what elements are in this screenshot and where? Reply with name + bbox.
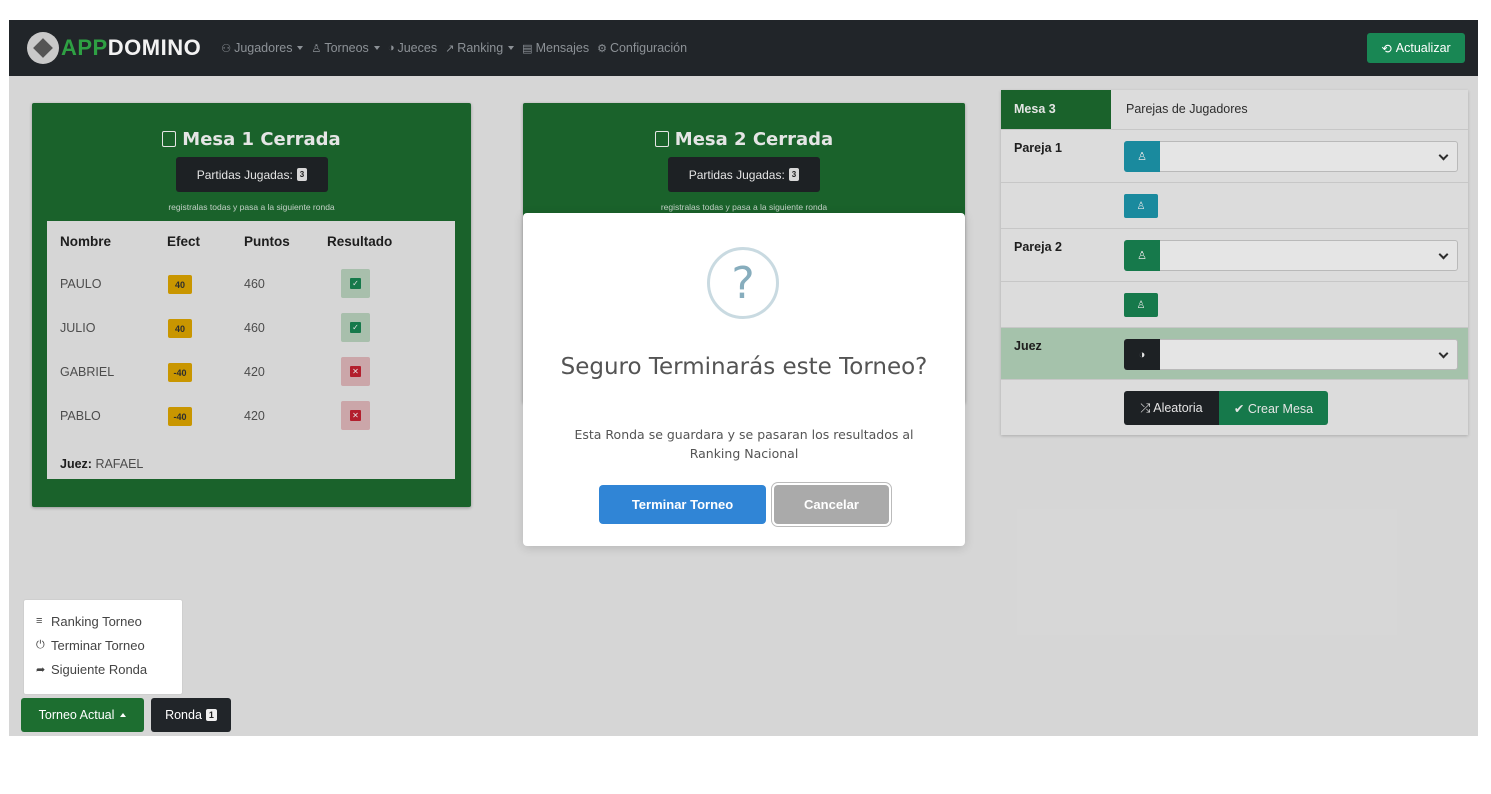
cancel-button[interactable]: Cancelar <box>774 485 889 524</box>
users-icon: ⚇ <box>221 42 232 55</box>
menu-item-ranking-torneo[interactable]: ≡ Ranking Torneo <box>24 609 182 633</box>
nav-label: Mensajes <box>535 41 590 55</box>
app-viewport: APP DOMINO ⚇ Jugadores ♙ Torneos ◑ Jueces… <box>9 20 1478 736</box>
menu-item-label: Siguiente Ronda <box>51 661 148 677</box>
shield-icon: ◑ <box>387 42 395 54</box>
nav-item-torneos[interactable]: ♙ Torneos <box>311 41 380 55</box>
trophy-icon: ♙ <box>311 42 322 55</box>
nav-label: Torneos <box>324 41 369 55</box>
chart-icon: ↗ <box>445 42 455 55</box>
menu-item-label: Ranking Torneo <box>51 613 142 629</box>
nav-item-ranking[interactable]: ↗ Ranking <box>445 41 515 55</box>
refresh-button[interactable]: ⟲ Actualizar <box>1367 33 1465 63</box>
caret-down-icon <box>373 46 380 50</box>
message-icon: ▤ <box>522 42 533 55</box>
question-icon: ? <box>707 247 779 319</box>
list-icon: ≡ <box>36 615 43 627</box>
share-icon: ➦ <box>36 663 46 676</box>
brand-part1: APP <box>61 35 108 60</box>
brand-part2: DOMINO <box>107 35 202 60</box>
power-icon: ⏻ <box>36 638 45 651</box>
nav-label: Ranking <box>457 41 504 55</box>
tournament-dropup-menu: ≡ Ranking Torneo ⏻ Terminar Torneo ➦ Sig… <box>23 599 183 695</box>
nav-label: Jueces <box>397 41 438 55</box>
caret-down-icon <box>297 46 304 50</box>
menu-item-siguiente-ronda[interactable]: ➦ Siguiente Ronda <box>24 657 182 681</box>
round-button[interactable]: Ronda 1 <box>151 698 231 732</box>
nav-label: Configuración <box>609 41 688 55</box>
dialog-text: Esta Ronda se guardara y se pasaran los … <box>574 427 914 461</box>
refresh-label: Actualizar <box>1395 41 1451 55</box>
confirm-dialog: ? Seguro Terminarás este Torneo? Esta Ro… <box>523 213 965 546</box>
nav-item-jueces[interactable]: ◑ Jueces <box>388 41 437 55</box>
menu-item-label: Terminar Torneo <box>51 637 145 653</box>
confirm-end-tournament-button[interactable]: Terminar Torneo <box>599 485 766 524</box>
caret-up-icon <box>120 713 127 717</box>
navbar: APP DOMINO ⚇ Jugadores ♙ Torneos ◑ Jueces… <box>9 20 1478 76</box>
current-tournament-button[interactable]: Torneo Actual <box>21 698 144 732</box>
nav-label: Jugadores <box>234 41 293 55</box>
current-tournament-label: Torneo Actual <box>38 708 115 722</box>
menu-item-terminar-torneo[interactable]: ⏻ Terminar Torneo <box>24 633 182 657</box>
caret-down-icon <box>508 46 515 50</box>
settings-icon: ⚙ <box>597 42 607 55</box>
domino-logo-icon <box>27 32 59 64</box>
round-label: Ronda <box>165 708 202 722</box>
nav-item-jugadores[interactable]: ⚇ Jugadores <box>221 41 304 55</box>
nav-menu: ⚇ Jugadores ♙ Torneos ◑ Jueces ↗ Ranking… <box>221 41 695 55</box>
dialog-title: Seguro Terminarás este Torneo? <box>560 354 928 380</box>
nav-item-mensajes[interactable]: ▤ Mensajes <box>522 41 589 55</box>
refresh-icon: ⟲ <box>1381 41 1392 56</box>
round-number-badge: 1 <box>205 709 217 721</box>
brand-logo[interactable]: APP DOMINO <box>27 32 201 64</box>
nav-item-configuracion[interactable]: ⚙ Configuración <box>597 41 687 55</box>
